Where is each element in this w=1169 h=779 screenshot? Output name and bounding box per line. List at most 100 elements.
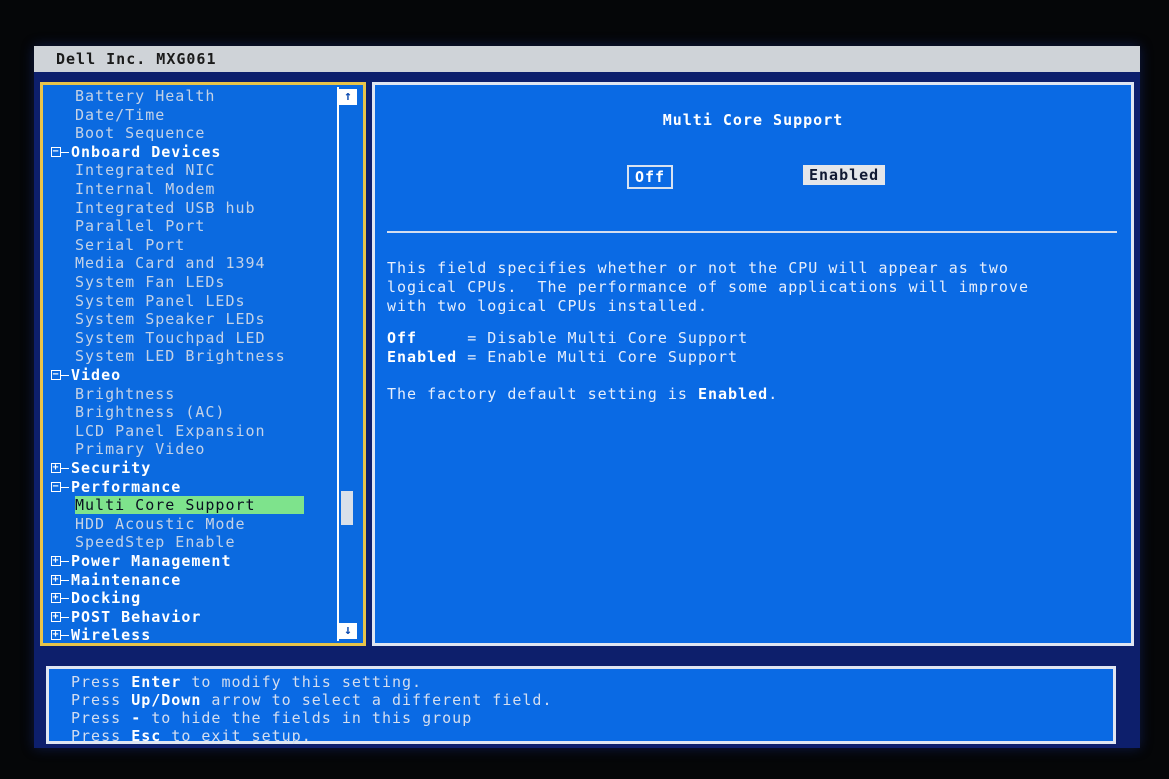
help-text: Press bbox=[71, 727, 132, 745]
collapse-icon[interactable]: − bbox=[51, 370, 61, 380]
window-title: Dell Inc. MXG061 bbox=[34, 46, 1140, 72]
help-key: Enter bbox=[131, 673, 182, 691]
tree-label: Performance bbox=[71, 477, 182, 496]
tree-item[interactable]: Multi Core Support bbox=[45, 496, 335, 515]
tree-item[interactable]: Boot Sequence bbox=[45, 124, 335, 142]
tree-label: Serial Port bbox=[75, 235, 186, 254]
tree-label: Maintenance bbox=[71, 570, 182, 589]
tree-label: System Panel LEDs bbox=[75, 291, 246, 310]
tree-item[interactable]: Integrated USB hub bbox=[45, 199, 335, 217]
tree-label: Internal Modem bbox=[75, 180, 216, 198]
definition-term: Enabled bbox=[387, 348, 458, 366]
help-text: arrow to select a different field. bbox=[201, 691, 553, 709]
help-key: - bbox=[131, 709, 142, 727]
tree-item[interactable]: Integrated NIC bbox=[45, 161, 335, 179]
tree-item[interactable]: Media Card and 1394 bbox=[45, 254, 335, 272]
tree-label: Security bbox=[71, 459, 152, 477]
tree-branch-line bbox=[61, 375, 69, 376]
tree-item[interactable]: Date/Time bbox=[45, 106, 335, 124]
tree-branch-line bbox=[61, 635, 69, 637]
scroll-down-arrow-icon[interactable]: ↓ bbox=[339, 623, 357, 639]
default-suffix: . bbox=[768, 385, 779, 403]
tree-label: Video bbox=[71, 366, 122, 384]
tree-item[interactable]: Battery Health bbox=[45, 87, 335, 105]
tree-group[interactable]: + POST Behavior bbox=[45, 608, 335, 626]
tree-item[interactable]: Internal Modem bbox=[45, 180, 335, 198]
tree-item[interactable]: SpeedStep Enable bbox=[45, 533, 335, 551]
help-text: to modify this setting. bbox=[181, 673, 423, 691]
tree-item[interactable]: Brightness (AC) bbox=[45, 403, 335, 421]
tree-branch-line bbox=[61, 561, 69, 562]
definition-term: Off bbox=[387, 329, 458, 347]
tree-group[interactable]: + Docking bbox=[45, 589, 335, 607]
tree-item[interactable]: System Panel LEDs bbox=[45, 292, 335, 310]
tree-item[interactable]: Primary Video bbox=[45, 440, 335, 458]
tree-item[interactable]: System Fan LEDs bbox=[45, 273, 335, 291]
tree-group[interactable]: + Wireless bbox=[45, 626, 335, 641]
tree-item[interactable]: HDD Acoustic Mode bbox=[45, 515, 335, 533]
definition-enabled: Enabled = Enable Multi Core Support bbox=[387, 348, 738, 367]
expand-icon[interactable]: + bbox=[51, 593, 61, 604]
tree-item[interactable]: Parallel Port bbox=[45, 217, 335, 235]
tree-label: Brightness bbox=[75, 384, 176, 403]
tree-branch-line bbox=[61, 598, 69, 600]
default-prefix: The factory default setting is bbox=[387, 385, 698, 403]
tree-group[interactable]: + Power Management bbox=[45, 552, 335, 570]
bios-screen: Dell Inc. MXG061 Battery Health Date/Time… bbox=[34, 46, 1140, 748]
option-enabled-button[interactable]: Enabled bbox=[803, 165, 886, 185]
tree-label: POST Behavior bbox=[71, 607, 202, 626]
tree-label: Multi Core Support bbox=[75, 496, 304, 515]
definition-text: = Enable Multi Core Support bbox=[457, 348, 739, 366]
setting-title: Multi Core Support bbox=[662, 111, 844, 129]
help-line: Press - to hide the fields in this group bbox=[71, 709, 472, 727]
help-line: Press Esc to exit setup. bbox=[71, 727, 312, 745]
tree-scrollbar[interactable]: ↑ ↓ bbox=[337, 87, 359, 641]
tree-item[interactable]: Serial Port bbox=[45, 236, 335, 254]
collapse-icon[interactable]: − bbox=[51, 146, 61, 157]
option-off-button[interactable]: Off bbox=[627, 165, 674, 189]
help-text: to exit setup. bbox=[161, 727, 312, 745]
tree-group[interactable]: + Maintenance bbox=[45, 571, 335, 589]
tree-item[interactable]: Brightness bbox=[45, 385, 335, 403]
expand-icon[interactable]: + bbox=[51, 463, 61, 473]
tree-branch-line bbox=[61, 486, 69, 488]
definition-text: = Disable Multi Core Support bbox=[457, 329, 749, 347]
tree-item[interactable]: System Speaker LEDs bbox=[45, 310, 335, 328]
tree-group[interactable]: − Performance bbox=[45, 478, 335, 496]
tree-label: Boot Sequence bbox=[75, 124, 206, 143]
expand-icon[interactable]: + bbox=[51, 630, 61, 641]
scroll-thumb[interactable] bbox=[341, 491, 353, 525]
tree-group[interactable]: − Video bbox=[45, 366, 335, 384]
tree-branch-line bbox=[61, 579, 69, 581]
scroll-up-arrow-icon[interactable]: ↑ bbox=[339, 89, 357, 105]
tree-group[interactable]: + Security bbox=[45, 459, 335, 477]
tree-label: Battery Health bbox=[75, 87, 216, 105]
collapse-icon[interactable]: − bbox=[51, 481, 61, 492]
tree-label: Onboard Devices bbox=[71, 142, 222, 161]
tree-label: LCD Panel Expansion bbox=[75, 421, 266, 440]
help-line: Press Up/Down arrow to select a differen… bbox=[71, 691, 552, 709]
settings-tree: Battery Health Date/Time Boot Sequence − Onb… bbox=[45, 87, 335, 641]
tree-item[interactable]: LCD Panel Expansion bbox=[45, 422, 335, 440]
help-text: Press bbox=[71, 673, 132, 691]
expand-icon[interactable]: + bbox=[51, 574, 61, 585]
tree-label: Brightness (AC) bbox=[75, 403, 226, 422]
factory-default-line: The factory default setting is Enabled. bbox=[387, 385, 778, 404]
default-value: Enabled bbox=[697, 385, 769, 403]
setup-body: Battery Health Date/Time Boot Sequence − Onb… bbox=[34, 72, 1140, 748]
tree-group[interactable]: − Onboard Devices bbox=[45, 143, 335, 161]
tree-item[interactable]: System LED Brightness bbox=[45, 347, 335, 365]
tree-label: HDD Acoustic Mode bbox=[75, 514, 246, 533]
definition-off: Off = Disable Multi Core Support bbox=[387, 329, 748, 348]
tree-item[interactable]: System Touchpad LED bbox=[45, 329, 335, 347]
help-text: to hide the fields in this group bbox=[141, 709, 473, 727]
tree-label: System Speaker LEDs bbox=[75, 310, 266, 329]
tree-label: Docking bbox=[71, 589, 142, 608]
divider bbox=[387, 231, 1117, 233]
tree-label: SpeedStep Enable bbox=[75, 533, 236, 552]
expand-icon[interactable]: + bbox=[51, 611, 61, 622]
tree-label: Wireless bbox=[71, 626, 152, 641]
expand-icon[interactable]: + bbox=[51, 556, 61, 566]
tree-label: Media Card and 1394 bbox=[75, 254, 266, 273]
tree-label: Date/Time bbox=[75, 105, 166, 124]
